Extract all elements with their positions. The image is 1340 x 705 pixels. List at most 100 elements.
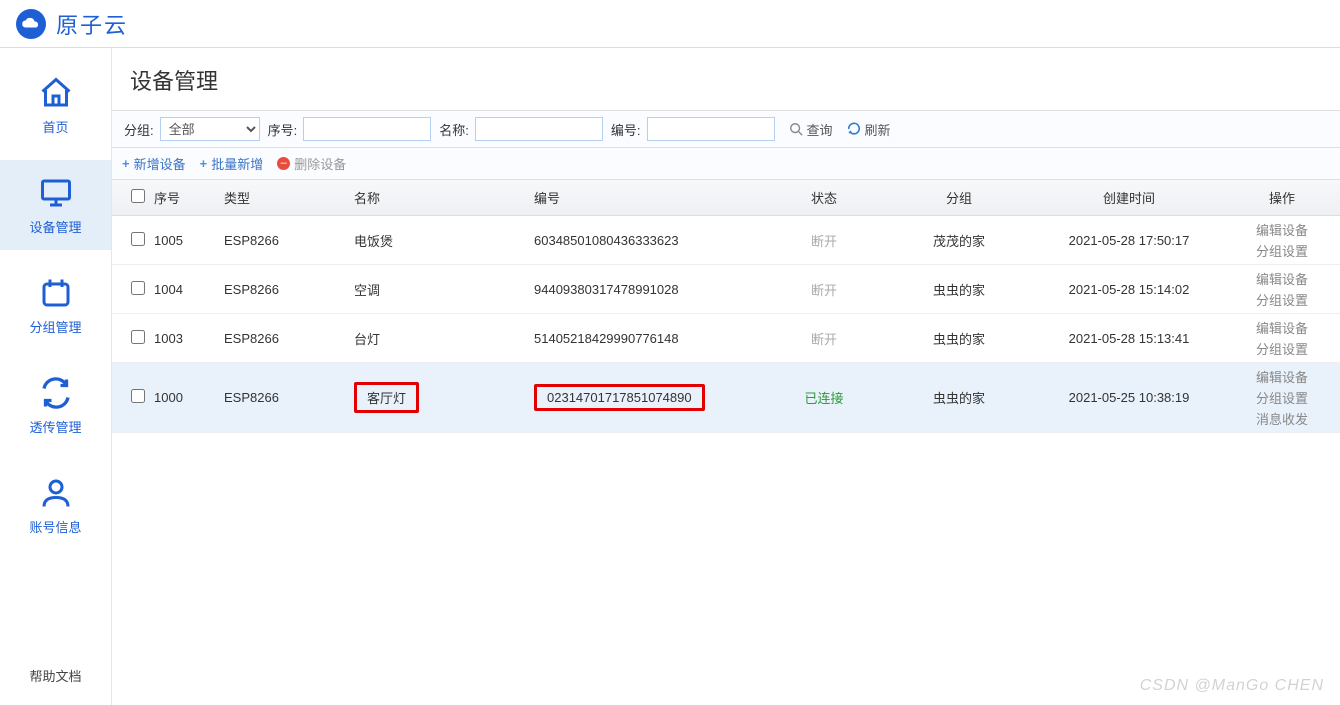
cell-ops: 编辑设备分组设置 [1224,220,1340,260]
batch-add-button[interactable]: +批量新增 [200,154,264,173]
cell-type: ESP8266 [224,282,354,297]
filter-code-input[interactable] [647,117,775,141]
table-header: 序号 类型 名称 编号 状态 分组 创建时间 操作 [112,180,1340,216]
cell-code: 60348501080436333623 [534,233,764,248]
table-body: 1005ESP8266电饭煲60348501080436333623断开茂茂的家… [112,216,1340,433]
cell-seq: 1005 [154,233,224,248]
add-device-button[interactable]: +新增设备 [122,154,186,173]
sidebar-item-account[interactable]: 账号信息 [0,460,111,550]
filter-bar: 分组: 全部 序号: 名称: 编号: 查询 刷新 [112,110,1340,148]
edit-link[interactable]: 编辑设备 [1256,367,1308,386]
sidebar-item-label: 首页 [42,117,68,136]
sidebar-help[interactable]: 帮助文档 [0,646,111,705]
sidebar-item-transfer[interactable]: 透传管理 [0,360,111,450]
cell-time: 2021-05-28 17:50:17 [1034,233,1224,248]
cell-ops: 编辑设备分组设置消息收发 [1224,367,1340,428]
filter-seq-input[interactable] [303,117,431,141]
col-group: 分组 [884,188,1034,207]
cell-code: 94409380317478991028 [534,282,764,297]
cell-type: ESP8266 [224,233,354,248]
group-link[interactable]: 分组设置 [1256,339,1308,358]
sidebar: 首页 设备管理 分组管理 透传管理 账号信息 帮助文档 [0,48,112,705]
cell-time: 2021-05-25 10:38:19 [1034,390,1224,405]
watermark: CSDN @ManGo CHEN [1140,677,1324,695]
cell-time: 2021-05-28 15:14:02 [1034,282,1224,297]
group-link[interactable]: 分组设置 [1256,388,1308,407]
refresh-icon [847,122,861,136]
cell-ops: 编辑设备分组设置 [1224,269,1340,309]
sidebar-item-label: 设备管理 [29,217,81,236]
cell-group: 虫虫的家 [884,280,1034,299]
refresh-button[interactable]: 刷新 [847,120,891,139]
sync-icon [38,375,74,411]
cell-seq: 1004 [154,282,224,297]
row-checkbox[interactable] [131,330,145,344]
app-title: 原子云 [56,8,128,40]
table-row: 1005ESP8266电饭煲60348501080436333623断开茂茂的家… [112,216,1340,265]
calendar-icon [38,275,74,311]
logo-icon [16,9,46,39]
col-time: 创建时间 [1034,188,1224,207]
cell-name: 客厅灯 [354,382,534,413]
query-button[interactable]: 查询 [789,120,833,139]
cell-status: 断开 [764,280,884,299]
cell-time: 2021-05-28 15:13:41 [1034,331,1224,346]
cell-group: 虫虫的家 [884,388,1034,407]
cell-status: 已连接 [764,388,884,407]
cell-seq: 1000 [154,390,224,405]
sidebar-item-label: 分组管理 [29,317,81,336]
delete-device-button[interactable]: –删除设备 [277,154,346,173]
cell-name: 电饭煲 [354,231,534,250]
cell-seq: 1003 [154,331,224,346]
filter-name-input[interactable] [475,117,603,141]
edit-link[interactable]: 编辑设备 [1256,318,1308,337]
filter-group-label: 分组: [124,120,154,139]
page-title: 设备管理 [112,48,1340,110]
cell-ops: 编辑设备分组设置 [1224,318,1340,358]
sidebar-item-device[interactable]: 设备管理 [0,160,111,250]
monitor-icon [38,175,74,211]
plus-icon: + [122,156,130,171]
plus-icon: + [200,156,208,171]
filter-group-select[interactable]: 全部 [160,117,260,141]
msg-link[interactable]: 消息收发 [1256,409,1308,428]
cell-code: 51405218429990776148 [534,331,764,346]
action-bar: +新增设备 +批量新增 –删除设备 [112,148,1340,180]
sidebar-item-label: 账号信息 [29,517,81,536]
cell-status: 断开 [764,231,884,250]
group-link[interactable]: 分组设置 [1256,290,1308,309]
row-checkbox[interactable] [131,389,145,403]
sidebar-item-home[interactable]: 首页 [0,60,111,150]
col-ops: 操作 [1224,188,1340,207]
col-status: 状态 [764,188,884,207]
row-checkbox[interactable] [131,281,145,295]
filter-name-label: 名称: [439,120,469,139]
col-name: 名称 [354,188,534,207]
minus-circle-icon: – [277,157,290,170]
cell-type: ESP8266 [224,390,354,405]
table-row: 1003ESP8266台灯51405218429990776148断开虫虫的家2… [112,314,1340,363]
row-checkbox[interactable] [131,232,145,246]
cell-group: 茂茂的家 [884,231,1034,250]
edit-link[interactable]: 编辑设备 [1256,220,1308,239]
group-link[interactable]: 分组设置 [1256,241,1308,260]
cell-type: ESP8266 [224,331,354,346]
search-icon [789,122,803,136]
edit-link[interactable]: 编辑设备 [1256,269,1308,288]
cell-code: 02314701717851074890 [534,384,764,411]
filter-code-label: 编号: [611,120,641,139]
user-icon [38,475,74,511]
table-row: 1000ESP8266客厅灯02314701717851074890已连接虫虫的… [112,363,1340,433]
sidebar-item-label: 透传管理 [29,417,81,436]
app-header: 原子云 [0,0,1340,48]
cell-name: 台灯 [354,329,534,348]
col-seq: 序号 [154,188,224,207]
check-all[interactable] [131,189,145,203]
cell-status: 断开 [764,329,884,348]
col-code: 编号 [534,188,764,207]
filter-seq-label: 序号: [268,120,298,139]
sidebar-item-group[interactable]: 分组管理 [0,260,111,350]
cell-name: 空调 [354,280,534,299]
home-icon [38,75,74,111]
main-panel: 设备管理 分组: 全部 序号: 名称: 编号: 查询 刷新 +新增设备 +批量新… [112,48,1340,705]
